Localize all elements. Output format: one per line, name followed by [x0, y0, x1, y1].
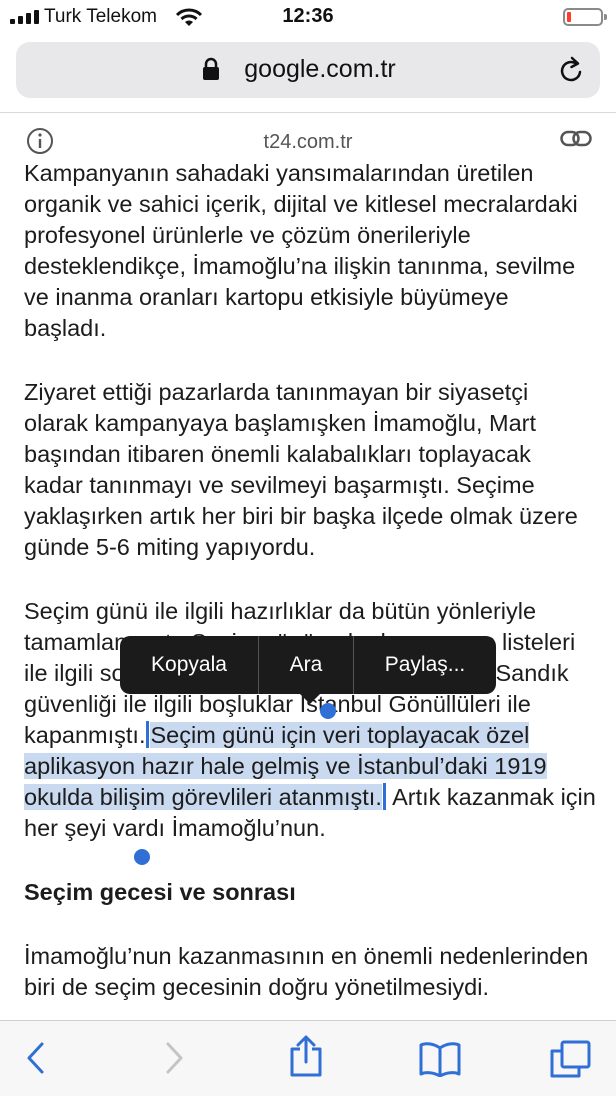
address-bar[interactable]: google.com.tr	[16, 42, 600, 98]
selection-end-handle[interactable]	[134, 849, 150, 865]
reload-icon[interactable]	[558, 55, 586, 85]
bottom-toolbar	[0, 1020, 616, 1096]
share-menu-item[interactable]: Paylaş...	[354, 636, 496, 694]
battery-icon	[563, 8, 607, 26]
link-icon[interactable]	[560, 130, 592, 148]
article-paragraph: Ziyaret ettiği pazarlarda tanınmayan bir…	[24, 379, 578, 560]
share-icon[interactable]	[288, 1035, 324, 1077]
article-paragraph: Kampanyanın sahadaki yansımalarından üre…	[24, 160, 578, 341]
url-text[interactable]: google.com.tr	[16, 55, 600, 84]
bookmarks-icon[interactable]	[418, 1041, 462, 1077]
site-name: t24.com.tr	[263, 131, 353, 153]
selection-end-caret[interactable]	[382, 783, 386, 810]
status-bar: Turk Telekom 12:36	[0, 0, 616, 36]
context-menu: Kopyala Ara Paylaş...	[120, 636, 496, 704]
selection-start-handle[interactable]	[320, 703, 336, 719]
back-icon[interactable]	[24, 1041, 48, 1075]
section-heading: Seçim gecesi ve sonrası	[24, 879, 296, 905]
article-paragraph: İmamoğlu’nun kazanmasının en önemli nede…	[24, 943, 589, 1000]
tabs-icon[interactable]	[548, 1039, 592, 1079]
article-body: Kampanyanın sahadaki yansımalarından üre…	[24, 158, 596, 1020]
copy-menu-item[interactable]: Kopyala	[120, 636, 258, 694]
menu-pointer	[298, 692, 322, 704]
forward-icon[interactable]	[162, 1041, 186, 1075]
lookup-menu-item[interactable]: Ara	[259, 636, 353, 694]
article-paragraph: Seçim günü ile ilgili hazırlıklar da büt…	[24, 596, 596, 844]
clock: 12:36	[282, 5, 334, 27]
